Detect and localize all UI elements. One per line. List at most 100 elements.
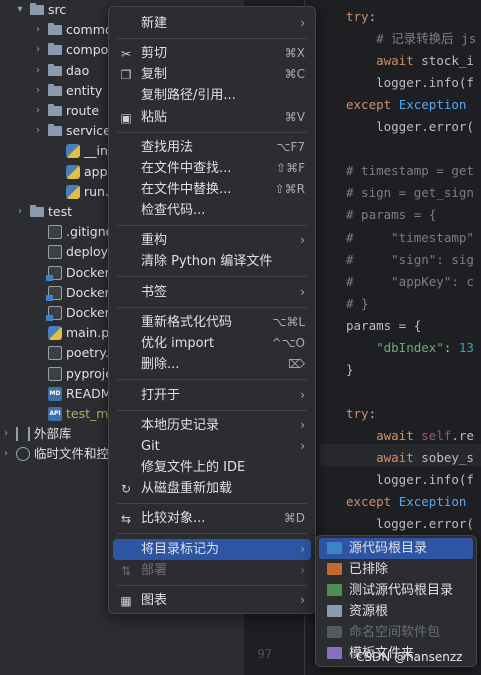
submenu-item-label: 资源根 (349, 604, 389, 619)
submenu-item-test-sources-root[interactable]: 测试源代码根目录 (319, 580, 473, 601)
menu-separator (117, 306, 307, 308)
code-line: # } (346, 293, 369, 315)
menu-separator (117, 379, 307, 381)
code-token: except (346, 97, 399, 113)
code-token: : (368, 9, 377, 24)
context-menu: 新建 › ✂ 剪切 ⌘X ❐ 复制 ⌘C 复制路径/引用... ▣ 粘贴 ⌘V 查找用法 ⌥F7 在文件中查… (108, 6, 316, 614)
chevron-right-icon[interactable]: › (32, 61, 44, 81)
menu-item-copy[interactable]: ❐ 复制 ⌘C (113, 64, 311, 85)
folder-icon (327, 647, 342, 659)
code-token: # "timestamp" (346, 229, 474, 245)
code-line: params = { (346, 315, 421, 337)
code-line: logger.info(f (346, 469, 474, 491)
chevron-right-icon[interactable]: › (0, 444, 12, 464)
code-line: await stock_i (346, 50, 474, 72)
chevron-down-icon[interactable]: ▾ (14, 0, 26, 20)
folder-icon (48, 83, 62, 96)
folder-icon (30, 205, 44, 217)
chevron-right-icon[interactable]: › (32, 81, 44, 101)
chevron-right-icon: › (300, 16, 305, 30)
menu-item-replace-in-files[interactable]: 在文件中替换... ⇧⌘R (113, 179, 311, 200)
deployment-icon: ⇅ (120, 563, 132, 578)
code-token: try (346, 9, 369, 24)
folder-icon (327, 563, 342, 575)
chevron-right-icon[interactable]: › (32, 40, 44, 60)
code-line: # timestamp = get (346, 160, 474, 182)
menu-separator (117, 276, 307, 278)
chevron-right-icon[interactable]: › (14, 202, 26, 222)
code-line: try: (346, 6, 376, 28)
menu-item-shortcut: ⌘D (283, 511, 305, 526)
menu-separator (117, 584, 307, 586)
python-icon (66, 144, 80, 159)
tree-item-label: service (66, 123, 111, 139)
code-token: .re (451, 427, 474, 443)
menu-item-bookmarks[interactable]: 书签 › (113, 282, 311, 303)
menu-item-label: 剪切 (141, 46, 168, 62)
code-token: # params = { (346, 207, 437, 223)
library-icon (16, 427, 30, 442)
copy-icon: ❐ (120, 68, 132, 83)
code-token: params = { (346, 317, 422, 333)
code-token: 13 (458, 339, 474, 355)
menu-item-git[interactable]: Git › (113, 436, 311, 457)
menu-item-clean-python[interactable]: 清除 Python 编译文件 (113, 251, 311, 272)
menu-item-paste[interactable]: ▣ 粘贴 ⌘V (113, 107, 311, 128)
menu-item-label: 从磁盘重新加载 (141, 481, 233, 497)
menu-item-label: 复制路径/引用... (141, 88, 236, 104)
menu-item-find-usages[interactable]: 查找用法 ⌥F7 (113, 137, 311, 158)
menu-item-mark-directory-as[interactable]: 将目录标记为 › (113, 538, 311, 560)
chevron-right-icon[interactable]: › (0, 424, 12, 444)
menu-item-inspect-code[interactable]: 检查代码... (113, 200, 311, 221)
file-icon (48, 225, 62, 240)
menu-item-open-in[interactable]: 打开于 › (113, 385, 311, 406)
submenu-item-resource-root[interactable]: 资源根 (319, 601, 473, 622)
code-token: "dbIndex" (376, 339, 444, 355)
menu-item-local-history[interactable]: 本地历史记录 › (113, 415, 311, 436)
chevron-right-icon[interactable]: › (32, 101, 44, 121)
code-line: # "sign": sig (346, 249, 474, 271)
menu-separator (117, 131, 307, 133)
code-line: # params = { (346, 204, 436, 226)
menu-item-optimize-imports[interactable]: 优化 import ^⌥O (113, 333, 311, 354)
chevron-right-icon[interactable]: › (32, 121, 44, 141)
submenu-item-excluded[interactable]: 已排除 (319, 559, 473, 580)
menu-item-compare-with[interactable]: ⇆ 比较对象... ⌘D (113, 508, 311, 529)
chevron-right-icon: › (300, 562, 305, 577)
docker-icon (46, 265, 62, 281)
code-token: # 记录转换后 js (346, 31, 477, 47)
folder-icon (327, 542, 342, 554)
menu-item-delete[interactable]: 删除... ⌦ (113, 354, 311, 375)
cut-icon: ✂ (120, 47, 132, 62)
menu-item-shortcut: ⌘X (284, 46, 305, 61)
md-icon: MD (48, 386, 62, 401)
python-icon (66, 164, 80, 179)
menu-separator (117, 533, 307, 535)
code-token: logger.info(f (346, 75, 474, 91)
code-line: # "appKey": c (346, 271, 474, 293)
menu-item-label: Git (141, 438, 160, 454)
menu-item-diagrams[interactable]: ▦ 图表 › (113, 590, 311, 611)
menu-item-refactor[interactable]: 重构 › (113, 230, 311, 251)
menu-item-cut[interactable]: ✂ 剪切 ⌘X (113, 43, 311, 64)
menu-item-reload-from-disk[interactable]: ↻ 从磁盘重新加载 (113, 478, 311, 499)
menu-item-copy-path[interactable]: 复制路径/引用... (113, 85, 311, 106)
submenu-item-sources-root[interactable]: 源代码根目录 (319, 538, 473, 559)
menu-item-reformat-code[interactable]: 重新格式化代码 ⌥⌘L (113, 312, 311, 333)
code-line: # 记录转换后 js (346, 28, 476, 50)
chevron-right-icon: › (300, 284, 305, 299)
chevron-right-icon[interactable]: › (32, 20, 44, 40)
menu-item-label: 修复文件上的 IDE (141, 460, 246, 475)
menu-item-find-in-files[interactable]: 在文件中查找... ⇧⌘F (113, 158, 311, 179)
code-token: Exception (398, 494, 467, 510)
menu-item-new[interactable]: 新建 › (113, 13, 311, 34)
menu-item-label: 粘贴 (141, 109, 168, 125)
tree-item-label: route (66, 103, 100, 118)
menu-item-label: 查找用法 (141, 139, 194, 155)
menu-separator (117, 409, 307, 411)
scratch-icon (16, 447, 30, 462)
menu-item-repair-ide[interactable]: 修复文件上的 IDE (113, 457, 311, 478)
compare-with-icon: ⇆ (120, 512, 132, 527)
